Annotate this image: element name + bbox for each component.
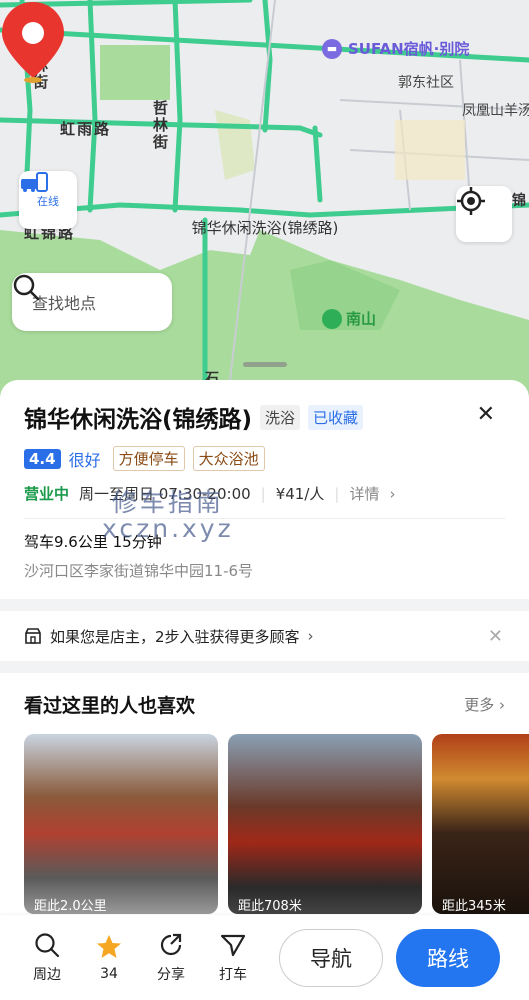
navigate-button[interactable]: 导航 [279, 929, 383, 987]
detail-link[interactable]: 详情 [349, 483, 379, 504]
recommend-card[interactable]: 距此2.0公里 [24, 734, 218, 914]
road-label-jin: 锦 [512, 193, 526, 209]
poi-nanshan-label: 南山 [346, 310, 377, 328]
rating-text: 很好 [68, 450, 101, 470]
owner-banner[interactable]: 如果您是店主，2步入驻获得更多顾客 › ✕ [0, 611, 529, 661]
nearby-button[interactable]: 周边 [16, 932, 78, 984]
hotel-icon: ▬ [322, 38, 342, 59]
nearby-label: 周边 [33, 966, 61, 983]
star-icon [97, 934, 121, 958]
chevron-right-icon: › [389, 484, 396, 503]
feature-tag: 大众浴池 [192, 446, 265, 471]
share-icon [160, 933, 182, 955]
poi-nanshan[interactable]: 南山 [322, 308, 376, 329]
store-icon [25, 628, 41, 644]
owner-banner-text: 如果您是店主，2步入驻获得更多顾客 [50, 627, 300, 646]
hours-row[interactable]: 营业中 周一至周日 07:30-20:00 | ¥41/人 | 详情 › [24, 483, 505, 504]
more-link[interactable]: 更多 › [464, 694, 505, 715]
taxi-button[interactable]: 打车 [202, 932, 264, 984]
car-phone-icon [21, 172, 48, 192]
online-label: 在线 [37, 195, 59, 208]
recommend-card[interactable]: 距此345米 [432, 734, 529, 914]
chevron-right-icon: › [307, 627, 314, 645]
drag-handle[interactable] [243, 362, 287, 367]
saved-tag: 已收藏 [308, 404, 364, 430]
favorite-count: 34 [100, 965, 118, 982]
taxi-label: 打车 [219, 966, 247, 983]
share-button[interactable]: 分享 [140, 932, 202, 984]
category-tag: 洗浴 [260, 404, 301, 430]
card-distance: 距此345米 [442, 899, 506, 914]
pin-label: 锦华休闲洗浴(锦绣路) [191, 219, 339, 237]
address[interactable]: 沙河口区李家街道锦华中园11-6号 [24, 560, 505, 581]
locate-button[interactable] [456, 186, 512, 242]
crosshair-icon [457, 187, 485, 215]
feature-tag: 方便停车 [112, 446, 185, 471]
divider: | [260, 484, 266, 503]
favorite-button[interactable]: 34 [78, 934, 140, 982]
road-label-hongyu: 虹雨路 [60, 120, 112, 138]
mountain-icon [322, 308, 342, 329]
poi-sufan[interactable]: ▬ SUFAN宿帆·别院 [322, 38, 469, 59]
price: ¥41/人 [275, 485, 325, 503]
recommend-card[interactable]: 距此708米 [228, 734, 422, 914]
bottom-action-bar: 周边 34 分享 打车 导航 路线 [0, 915, 529, 1000]
close-icon[interactable]: ✕ [477, 402, 495, 427]
close-banner-icon[interactable]: ✕ [488, 626, 503, 647]
rating-score: 4.4 [24, 448, 61, 469]
card-distance: 距此2.0公里 [34, 899, 107, 914]
map-view[interactable]: 郭东社区 凤凰山羊汤 逸林街 虹雨路 哲林街 虹锦路 石 锦 ▬ SUFAN宿帆… [0, 0, 529, 400]
place-detail-sheet: 锦华休闲洗浴(锦绣路) 洗浴 已收藏 ✕ 4.4 很好 方便停车 大众浴池 营业… [0, 380, 529, 1000]
send-arrow-icon [220, 934, 246, 956]
drive-info: 驾车9.6公里 15分钟 [24, 533, 162, 551]
map-canvas [0, 0, 529, 400]
search-placeholder: 查找地点 [32, 294, 97, 313]
search-input[interactable]: 查找地点 [12, 273, 172, 331]
route-button[interactable]: 路线 [396, 929, 500, 987]
recommendations-title: 看过这里的人也喜欢 [24, 695, 196, 717]
place-title: 锦华休闲洗浴(锦绣路) [24, 407, 253, 433]
map-label-guodong: 郭东社区 [398, 75, 454, 91]
divider: | [334, 484, 340, 503]
search-icon [13, 274, 40, 301]
divider [24, 518, 505, 519]
open-status: 营业中 [24, 485, 70, 503]
place-info-card: 锦华休闲洗浴(锦绣路) 洗浴 已收藏 ✕ 4.4 很好 方便停车 大众浴池 营业… [0, 380, 529, 599]
poi-sufan-label: SUFAN宿帆·别院 [348, 40, 470, 58]
card-distance: 距此708米 [238, 899, 302, 914]
online-button[interactable]: 在线 [19, 171, 77, 229]
search-icon [35, 932, 60, 957]
map-label-fenghuang: 凤凰山羊汤 [462, 103, 529, 119]
location-pin-icon[interactable] [0, 0, 66, 86]
road-label-zhelin: 哲林街 [151, 100, 169, 151]
watermark: 修车指南 xczn.xyz [102, 488, 234, 543]
share-label: 分享 [157, 966, 185, 983]
